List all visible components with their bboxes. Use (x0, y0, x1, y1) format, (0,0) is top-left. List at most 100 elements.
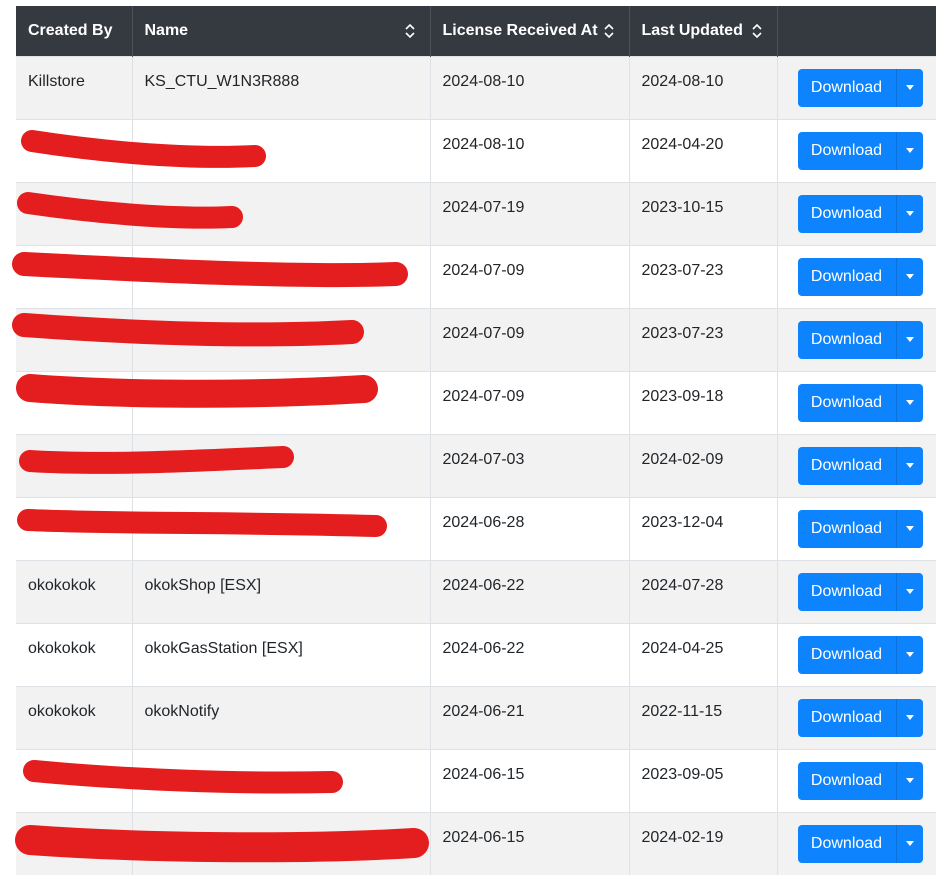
table-row: okokokok okokGasStation [ESX] 2024-06-22 20… (16, 622, 936, 686)
sort-icon[interactable] (603, 23, 615, 39)
cell-license-received-at: 2024-08-10 (429, 55, 629, 119)
download-dropdown-toggle[interactable] (895, 131, 923, 170)
download-button[interactable]: Download (797, 698, 896, 737)
caret-down-icon (905, 463, 914, 468)
cell-created-by: Killstore (16, 55, 132, 119)
cell-actions: Download (776, 244, 936, 308)
download-button[interactable]: Download (797, 509, 896, 548)
caret-down-icon (905, 841, 914, 846)
download-button[interactable]: Download (797, 761, 896, 800)
column-actions (776, 6, 936, 56)
cell-name: okokNotify (131, 685, 430, 749)
cell-last-updated: 2024-02-19 (628, 811, 777, 875)
download-dropdown-toggle[interactable] (895, 446, 923, 485)
cell-last-updated: 2023-07-23 (628, 307, 777, 371)
download-button[interactable]: Download (797, 635, 896, 674)
column-last-updated[interactable]: Last Updated (628, 6, 777, 56)
download-button-group: Download (797, 635, 923, 674)
download-dropdown-toggle[interactable] (895, 509, 923, 548)
download-dropdown-toggle[interactable] (895, 761, 923, 800)
table-row: 2024-06-28 2023-12-04 Download (16, 496, 936, 560)
cell-license-received-at: 2024-06-22 (429, 622, 629, 686)
table-row: 2024-06-15 2023-09-05 Download (16, 748, 936, 812)
cell-created-by (16, 181, 132, 245)
cell-last-updated: 2023-09-05 (628, 748, 777, 812)
download-button[interactable]: Download (797, 194, 896, 233)
cell-created-by (16, 748, 132, 812)
table-row: 2024-07-09 2023-09-18 Download (16, 370, 936, 434)
table-row: okokokok okokShop [ESX] 2024-06-22 2024-07-… (16, 559, 936, 623)
cell-actions: Download (776, 559, 936, 623)
download-button[interactable]: Download (797, 131, 896, 170)
table-row: okokokok okokNotify 2024-06-21 2022-11-15 Do… (16, 685, 936, 749)
cell-license-received-at: 2024-07-09 (429, 307, 629, 371)
cell-name (131, 307, 430, 371)
download-button[interactable]: Download (797, 257, 896, 296)
caret-down-icon (905, 652, 914, 657)
download-button-group: Download (797, 446, 923, 485)
cell-actions: Download (776, 433, 936, 497)
download-dropdown-toggle[interactable] (895, 257, 923, 296)
download-button-group: Download (797, 68, 923, 107)
sort-icon[interactable] (751, 23, 763, 39)
table-row: 2024-07-19 2023-10-15 Download (16, 181, 936, 245)
cell-name (131, 181, 430, 245)
column-license-received-at[interactable]: License Received At (429, 6, 629, 56)
cell-actions: Download (776, 685, 936, 749)
download-button[interactable]: Download (797, 572, 896, 611)
table-row: 2024-07-09 2023-07-23 Download (16, 307, 936, 371)
download-dropdown-toggle[interactable] (895, 572, 923, 611)
caret-down-icon (905, 778, 914, 783)
cell-created-by (16, 496, 132, 560)
cell-last-updated: 2023-10-15 (628, 181, 777, 245)
cell-last-updated: 2024-08-10 (628, 55, 777, 119)
cell-created-by (16, 433, 132, 497)
table-row: 2024-07-09 2023-07-23 Download (16, 244, 936, 308)
cell-created-by: okokokok (16, 559, 132, 623)
download-dropdown-toggle[interactable] (895, 635, 923, 674)
column-name[interactable]: Name (131, 6, 430, 56)
table-row: Killstore KS_CTU_W1N3R888 2024-08-10 2024-0… (16, 55, 936, 119)
download-dropdown-toggle[interactable] (895, 824, 923, 863)
cell-last-updated: 2023-12-04 (628, 496, 777, 560)
sort-icon[interactable] (404, 23, 416, 39)
download-button-group: Download (797, 383, 923, 422)
cell-created-by: okokokok (16, 685, 132, 749)
cell-actions: Download (776, 118, 936, 182)
cell-license-received-at: 2024-06-15 (429, 811, 629, 875)
cell-license-received-at: 2024-06-22 (429, 559, 629, 623)
download-dropdown-toggle[interactable] (895, 68, 923, 107)
cell-license-received-at: 2024-06-21 (429, 685, 629, 749)
cell-created-by (16, 370, 132, 434)
download-dropdown-toggle[interactable] (895, 194, 923, 233)
caret-down-icon (905, 148, 914, 153)
cell-name (131, 118, 430, 182)
cell-created-by (16, 244, 132, 308)
download-button[interactable]: Download (797, 68, 896, 107)
cell-license-received-at: 2024-06-15 (429, 748, 629, 812)
caret-down-icon (905, 85, 914, 90)
cell-name (131, 811, 430, 875)
download-button[interactable]: Download (797, 383, 896, 422)
download-button[interactable]: Download (797, 824, 896, 863)
license-page: Created By Name License Received At Last… (0, 0, 944, 879)
download-dropdown-toggle[interactable] (895, 383, 923, 422)
cell-actions: Download (776, 55, 936, 119)
cell-name (131, 748, 430, 812)
cell-actions: Download (776, 307, 936, 371)
download-button-group: Download (797, 194, 923, 233)
download-button-group: Download (797, 257, 923, 296)
table-body: Killstore KS_CTU_W1N3R888 2024-08-10 2024-0… (16, 55, 936, 875)
download-button[interactable]: Download (797, 446, 896, 485)
download-button-group: Download (797, 572, 923, 611)
cell-actions: Download (776, 496, 936, 560)
table-row: 2024-06-15 2024-02-19 Download (16, 811, 936, 875)
cell-license-received-at: 2024-08-10 (429, 118, 629, 182)
download-dropdown-toggle[interactable] (895, 698, 923, 737)
cell-created-by (16, 307, 132, 371)
download-dropdown-toggle[interactable] (895, 320, 923, 359)
caret-down-icon (905, 337, 914, 342)
download-button[interactable]: Download (797, 320, 896, 359)
cell-actions: Download (776, 622, 936, 686)
cell-created-by (16, 118, 132, 182)
